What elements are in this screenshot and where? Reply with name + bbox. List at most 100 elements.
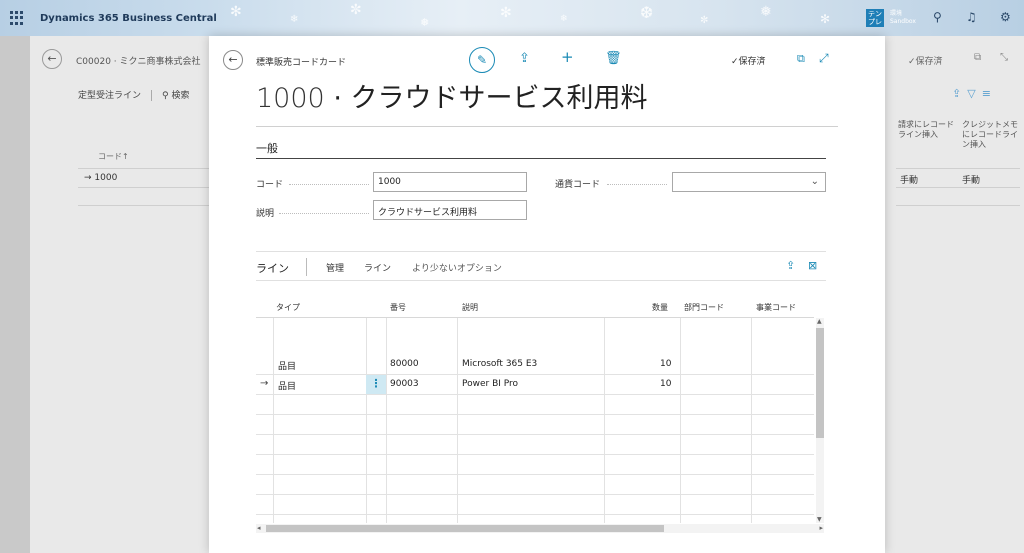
bg-back-button[interactable]: ←	[42, 49, 62, 69]
row-actions-icon[interactable]: ⋮	[366, 375, 386, 394]
scroll-up-icon[interactable]: ▲	[817, 318, 822, 325]
standard-sales-code-card: ← 標準販売コードカード ✎ ⇪ + 🗑 ✓保存済 ⧉ ⤢ 1000 · クラウ…	[209, 36, 885, 553]
environment-label: 環境	[890, 10, 903, 17]
collapse-icon[interactable]: ⤡	[1000, 52, 1008, 63]
app-header: ✻ ❄ ✼ ❅ ✻ ❄ ❆ ✼ ❅ ✻ Dynamics 365 Busines…	[0, 0, 1024, 36]
description-label: 説明	[256, 209, 275, 219]
snowflake-decoration: ✼	[350, 2, 362, 18]
snowflake-decoration: ❄	[560, 14, 568, 24]
section-divider	[256, 158, 826, 159]
page-caption: 標準販売コードカード	[256, 58, 347, 68]
list-view-icon[interactable]: ≡	[982, 87, 997, 100]
table-row-empty[interactable]	[256, 435, 814, 455]
delete-trash-icon[interactable]: 🗑	[605, 51, 622, 66]
filter-icon[interactable]: ▽	[967, 87, 981, 100]
edit-pencil-icon[interactable]: ✎	[469, 47, 495, 73]
cell-description[interactable]: Microsoft 365 E3	[462, 359, 537, 369]
table-row-empty[interactable]	[256, 475, 814, 495]
add-new-icon[interactable]: +	[561, 48, 574, 66]
back-button[interactable]: ←	[223, 50, 243, 70]
scroll-down-icon[interactable]: ▼	[817, 516, 822, 523]
action-manage[interactable]: 管理	[326, 261, 344, 274]
bg-table-row-empty[interactable]	[78, 188, 210, 206]
separator	[306, 258, 307, 276]
action-line[interactable]: ライン	[364, 261, 391, 274]
scroll-right-icon[interactable]: ▸	[819, 524, 823, 532]
code-label: コード	[256, 180, 284, 190]
bg-action-bar: 定型受注ライン ⚲ 検索	[78, 88, 190, 101]
environment-info[interactable]: 環境 Sandbox	[890, 10, 916, 26]
table-row-empty[interactable]	[256, 495, 814, 515]
snowflake-decoration: ✻	[500, 5, 512, 21]
cell-type[interactable]: 品目	[278, 379, 296, 392]
expand-icon[interactable]: ⤢	[819, 51, 829, 66]
bg-cell-empty[interactable]	[896, 188, 958, 206]
description-field[interactable]: クラウドサービス利用料	[373, 200, 527, 220]
dotted-leader	[607, 184, 667, 185]
title-separator: ·	[333, 83, 342, 114]
section-general-header[interactable]: 一般	[256, 140, 278, 156]
currency-code-select[interactable]: ⌄	[672, 172, 826, 192]
bg-column-invoice[interactable]: 請求にレコードライン挿入	[898, 120, 958, 140]
bg-cell-invoice[interactable]: 手動	[896, 168, 958, 188]
table-row-current[interactable]: → 品目 ⋮ 90003 Power BI Pro 10	[256, 375, 814, 395]
header-row-divider	[256, 298, 814, 318]
notification-bell-icon[interactable]: ♫	[966, 10, 977, 24]
share-icon[interactable]: ⇪	[952, 87, 967, 100]
cell-quantity[interactable]: 10	[660, 359, 671, 369]
title-name: クラウドサービス利用料	[350, 83, 648, 114]
settings-gear-icon[interactable]: ⚙	[1000, 10, 1011, 24]
search-icon[interactable]: ⚲	[933, 10, 942, 24]
cell-no[interactable]: 90003	[390, 379, 419, 389]
table-row-empty[interactable]	[256, 395, 814, 415]
snowflake-decoration: ✻	[820, 12, 831, 26]
table-row-empty[interactable]	[256, 455, 814, 475]
bg-cell-empty[interactable]	[958, 188, 1020, 206]
bg-table-row[interactable]: → 1000	[78, 168, 210, 188]
lines-title[interactable]: ライン	[256, 260, 289, 276]
share-icon[interactable]: ⇪	[786, 259, 795, 272]
bg-page-title: C00020 · ミクニ商事株式会社	[76, 57, 201, 67]
share-icon[interactable]: ⇪	[519, 51, 530, 66]
cell-description[interactable]: Power BI Pro	[462, 379, 518, 389]
snowflake-decoration: ✻	[230, 4, 242, 20]
saved-status: ✓保存済	[731, 57, 766, 67]
snowflake-decoration: ❄	[290, 14, 299, 25]
environment-badge[interactable]: テン プレ	[866, 9, 884, 27]
dotted-leader	[279, 213, 369, 214]
environment-name: Sandbox	[890, 18, 916, 25]
code-field[interactable]: 1000	[373, 172, 527, 192]
bg-action-search[interactable]: 検索	[171, 91, 189, 101]
cell-no[interactable]: 80000	[390, 359, 419, 369]
action-fewer-options[interactable]: より少ないオプション	[412, 261, 502, 274]
snowflake-decoration: ❅	[760, 4, 772, 20]
table-row-empty[interactable]	[256, 415, 814, 435]
scroll-thumb[interactable]	[266, 525, 664, 532]
cell-quantity[interactable]: 10	[660, 379, 671, 389]
horizontal-scrollbar[interactable]: ◂ ▸	[256, 524, 824, 533]
cell-type[interactable]: 品目	[278, 359, 296, 372]
search-icon[interactable]: ⚲	[162, 91, 169, 101]
title-number: 1000	[256, 83, 325, 114]
scroll-thumb[interactable]	[816, 328, 824, 438]
divider	[256, 280, 826, 281]
bg-column-credit[interactable]: クレジットメモにレコードライン挿入	[962, 120, 1022, 150]
table-row[interactable]: 品目 80000 Microsoft 365 E3 10	[256, 355, 814, 375]
bg-cell-credit[interactable]: 手動	[958, 168, 1020, 188]
app-launcher-icon[interactable]	[10, 11, 24, 25]
divider	[256, 251, 826, 252]
snowflake-decoration: ✼	[700, 15, 709, 26]
bg-action-lines[interactable]: 定型受注ライン	[78, 91, 141, 101]
divider	[256, 126, 838, 127]
bg-saved-status: ✓保存済	[908, 57, 943, 67]
product-name[interactable]: Dynamics 365 Business Central	[40, 13, 217, 24]
open-new-window-icon[interactable]: ⧉	[797, 52, 805, 66]
chevron-down-icon: ⌄	[810, 176, 819, 187]
snowflake-decoration: ❆	[640, 3, 654, 22]
open-new-window-icon[interactable]: ⧉	[974, 52, 981, 63]
expand-lines-icon[interactable]: ⊠	[808, 259, 817, 272]
scroll-left-icon[interactable]: ◂	[257, 524, 261, 532]
vertical-scrollbar[interactable]: ▲ ▼	[816, 318, 824, 523]
bg-column-code[interactable]: コード↑	[98, 151, 129, 162]
lines-action-bar: ライン 管理 ライン より少ないオプション ⇪ ⊠	[256, 258, 826, 278]
